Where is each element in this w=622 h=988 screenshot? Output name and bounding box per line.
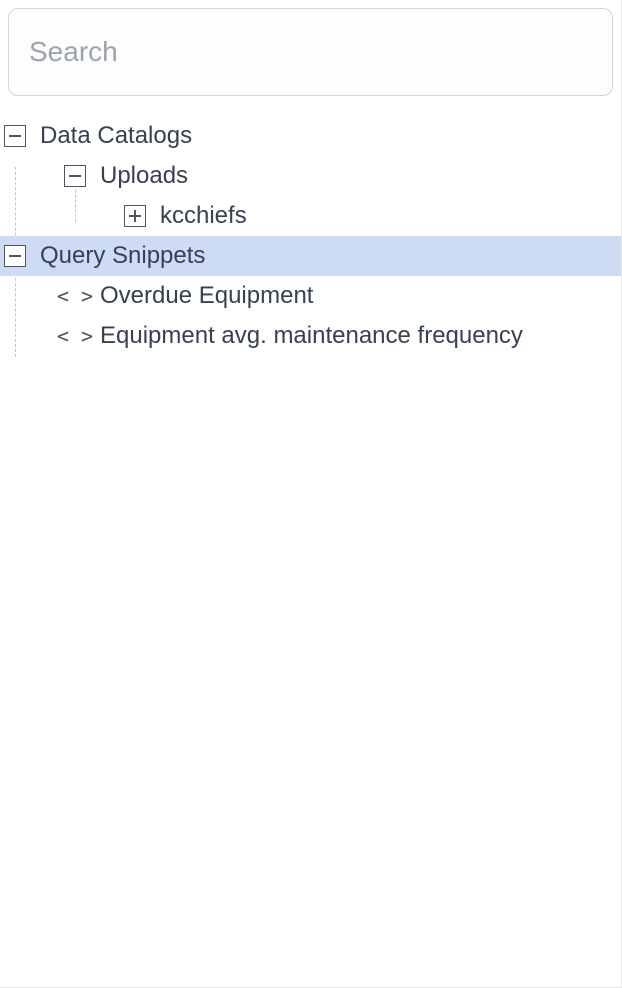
code-icon: < >	[64, 284, 86, 308]
tree-label: Uploads	[100, 162, 188, 190]
tree-label: Overdue Equipment	[100, 282, 313, 310]
tree-view: Data Catalogs Uploads kcchiefs Query Sni…	[0, 104, 621, 356]
tree-node-query-snippets[interactable]: Query Snippets	[0, 236, 621, 276]
tree-node-snippet-overdue[interactable]: < > Overdue Equipment	[0, 276, 621, 316]
expand-icon[interactable]	[124, 205, 146, 227]
tree-label: kcchiefs	[160, 202, 247, 230]
collapse-icon[interactable]	[4, 125, 26, 147]
tree-label: Query Snippets	[40, 242, 205, 270]
collapse-icon[interactable]	[4, 245, 26, 267]
tree-node-uploads[interactable]: Uploads	[0, 156, 621, 196]
search-input[interactable]	[8, 8, 613, 96]
tree-node-data-catalogs[interactable]: Data Catalogs	[0, 116, 621, 156]
collapse-icon[interactable]	[64, 165, 86, 187]
tree-node-snippet-frequency[interactable]: < > Equipment avg. maintenance frequency	[0, 316, 621, 356]
tree-label: Data Catalogs	[40, 122, 192, 150]
tree-label: Equipment avg. maintenance frequency	[100, 322, 523, 350]
tree-node-kcchiefs[interactable]: kcchiefs	[0, 196, 621, 236]
code-icon: < >	[64, 324, 86, 348]
